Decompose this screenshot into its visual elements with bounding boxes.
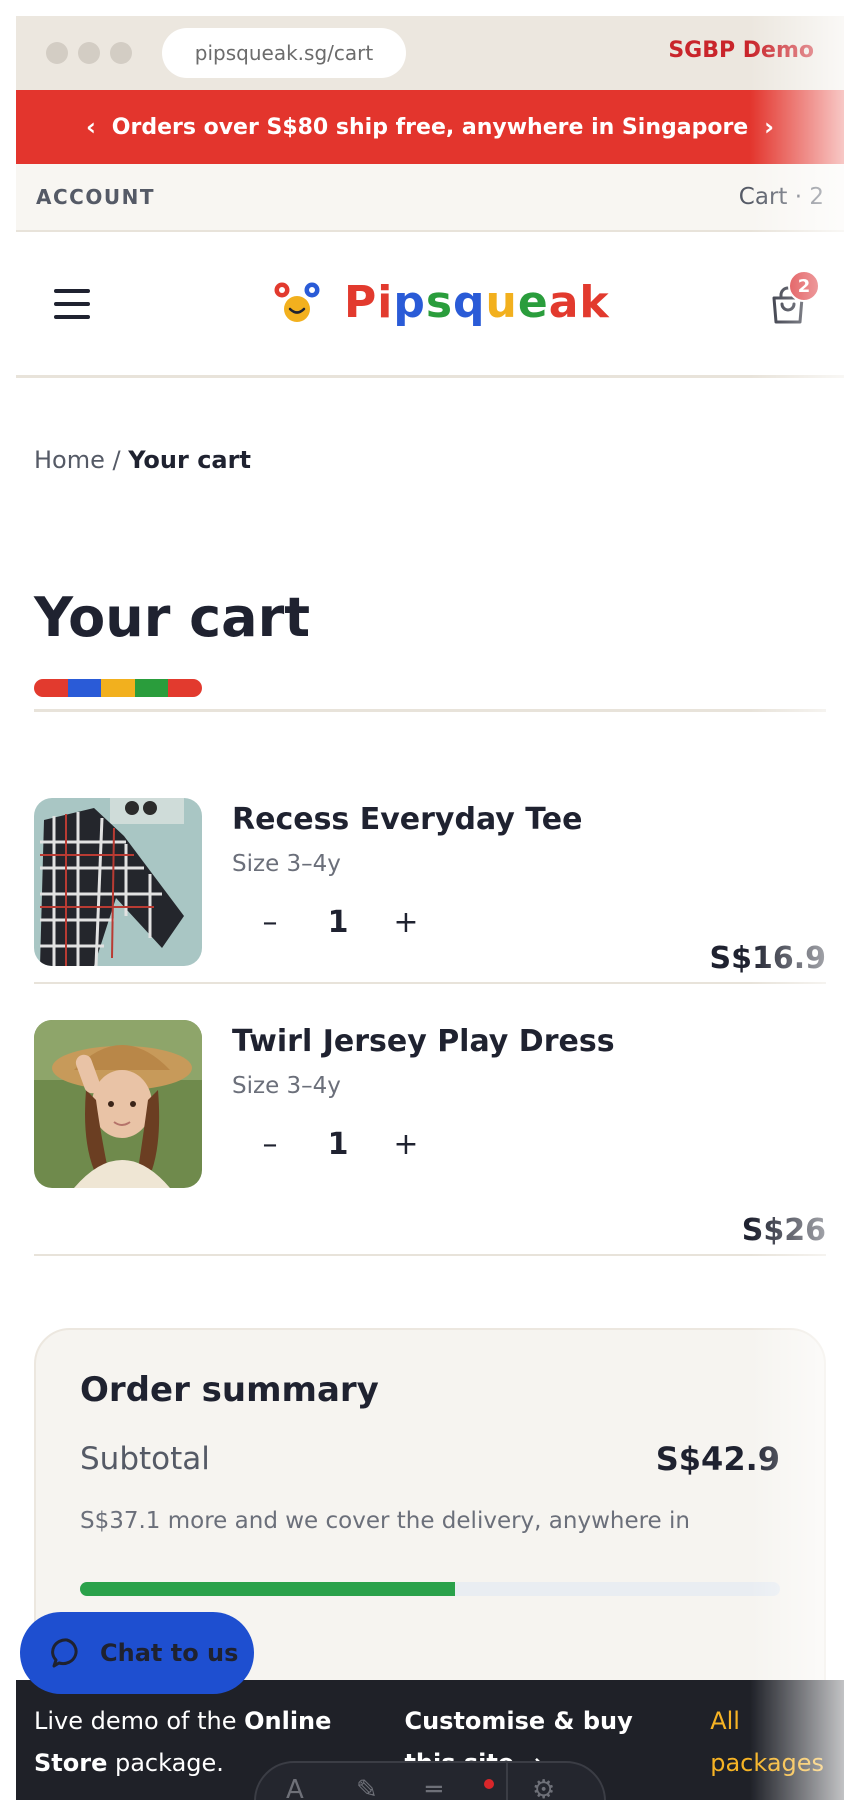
rainbow-segment [168,679,202,697]
main-content: Home / Your cart Your cart Recess Everyd… [16,446,844,1728]
logo-letter: i [377,276,394,328]
free-shipping-progress [80,1582,780,1596]
breadcrumb: Home / Your cart [34,446,826,474]
breadcrumb-current: Your cart [128,446,251,474]
product-image-plaid-shirt[interactable] [34,798,202,966]
hamburger-icon[interactable] [54,287,90,321]
page-title: Your cart [34,586,311,649]
logo-letter: q [453,276,486,328]
quantity-stepper: – 1 + [232,905,826,940]
cart-item: Recess Everyday Tee Size 3–4y – 1 + S$16… [34,712,826,984]
rainbow-segment [101,679,135,697]
demo-text-suffix: package. [107,1749,224,1777]
logo[interactable]: Pipsqueak [272,276,610,328]
promo-prev-button[interactable]: ‹ [86,113,96,141]
quantity-value[interactable]: 1 [308,905,368,940]
product-name[interactable]: Recess Everyday Tee [232,802,826,837]
logo-letter: p [393,276,426,328]
cart-item: Twirl Jersey Play Dress Size 3–4y – 1 + … [34,984,826,1256]
dock-divider [506,1763,508,1800]
increase-quantity-button[interactable]: + [368,905,444,940]
decrease-quantity-button[interactable]: – [232,1127,308,1162]
promo-next-button[interactable]: › [764,113,774,141]
gear-icon[interactable]: ⚙ [532,1775,555,1800]
free-shipping-progress-fill [80,1582,456,1596]
notification-dot [484,1779,494,1789]
menu-lines-icon[interactable]: ═ [426,1775,442,1800]
cart-badge: 2 [788,270,820,302]
logo-letter: u [485,276,518,328]
subtotal-label: Subtotal [80,1441,210,1477]
subtotal-row: Subtotal S$42.9 [80,1440,780,1478]
window-dot[interactable] [78,42,100,64]
logo-letter: e [517,276,549,328]
demo-text-prefix: Live demo of the [34,1707,245,1735]
logo-letter: k [579,276,610,328]
cart-item-details: Twirl Jersey Play Dress Size 3–4y – 1 + … [232,1020,826,1254]
dock-toolbar: A ✎ ═ ⚙ [254,1761,606,1800]
window-dot[interactable] [110,42,132,64]
brush-icon[interactable]: ✎ [356,1775,378,1800]
product-size: Size 3–4y [232,851,341,877]
logo-letter: a [548,276,580,328]
product-size: Size 3–4y [232,1073,341,1099]
promo-bar: ‹ Orders over S$80 ship free, anywhere i… [16,90,844,164]
quantity-stepper: – 1 + [232,1127,826,1162]
logo-letter: P [344,276,378,328]
cart-count-link[interactable]: Cart · 2 [739,184,824,210]
demo-label: SGBP Demo [668,38,814,63]
logo-letter: s [425,276,454,328]
product-name[interactable]: Twirl Jersey Play Dress [232,1024,826,1059]
site-header: Pipsqueak 2 [16,232,844,378]
logo-wordmark: Pipsqueak [344,277,610,328]
promo-text: Orders over S$80 ship free, anywhere in … [111,114,749,140]
cart-list: Recess Everyday Tee Size 3–4y – 1 + S$16… [34,712,826,1256]
line-price: S$16.9 [709,941,827,976]
page: pipsqueak.sg/cart SGBP Demo ‹ Orders ove… [16,16,844,1800]
rainbow-segment [67,679,102,697]
font-icon[interactable]: A [286,1775,304,1800]
rainbow-segment [34,679,68,697]
chat-button-label: Chat to us [100,1639,239,1667]
window-controls [46,42,132,64]
breadcrumb-separator: / [112,446,121,474]
all-packages-link[interactable]: All packages [710,1700,826,1800]
chat-bubble-icon [51,1638,78,1668]
breadcrumb-home-link[interactable]: Home [34,446,105,474]
window-dot[interactable] [46,42,68,64]
increase-quantity-button[interactable]: + [368,1127,444,1162]
account-link[interactable]: ACCOUNT [36,185,155,209]
address-bar[interactable]: pipsqueak.sg/cart [162,28,406,78]
product-image-girl-straw-hat[interactable] [34,1020,202,1188]
quantity-value[interactable]: 1 [308,1127,368,1162]
rainbow-underline [34,679,202,697]
subtotal-value: S$42.9 [655,1440,780,1478]
order-summary-title: Order summary [80,1370,379,1410]
line-price: S$26 [741,1213,826,1248]
browser-chrome: pipsqueak.sg/cart SGBP Demo [16,16,844,90]
logo-mascot-icon [274,282,320,322]
utility-bar: ACCOUNT Cart · 2 [16,164,844,232]
free-shipping-note: S$37.1 more and we cover the delivery, a… [80,1508,690,1534]
chat-button[interactable]: Chat to us [20,1612,254,1694]
cart-item-details: Recess Everyday Tee Size 3–4y – 1 + S$16… [232,798,826,982]
decrease-quantity-button[interactable]: – [232,905,308,940]
rainbow-segment [134,679,169,697]
